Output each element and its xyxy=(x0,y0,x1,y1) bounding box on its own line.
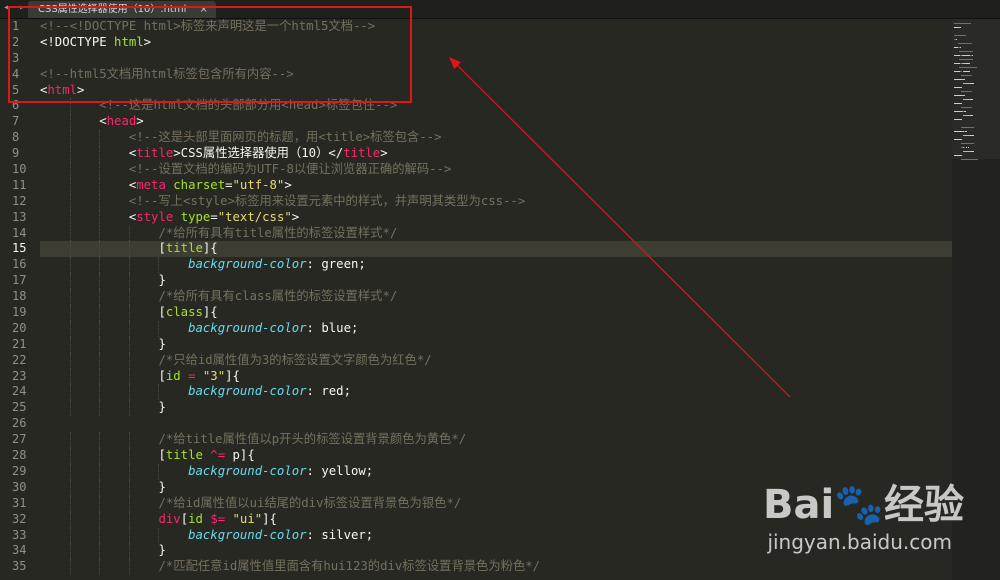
baidu-jingyan-watermark: Bai🐾经验 jingyan.baidu.com xyxy=(752,464,972,574)
watermark-url: jingyan.baidu.com xyxy=(767,530,952,554)
paw-icon: 🐾 xyxy=(834,482,884,528)
watermark-logo: Bai🐾经验 xyxy=(762,482,964,528)
